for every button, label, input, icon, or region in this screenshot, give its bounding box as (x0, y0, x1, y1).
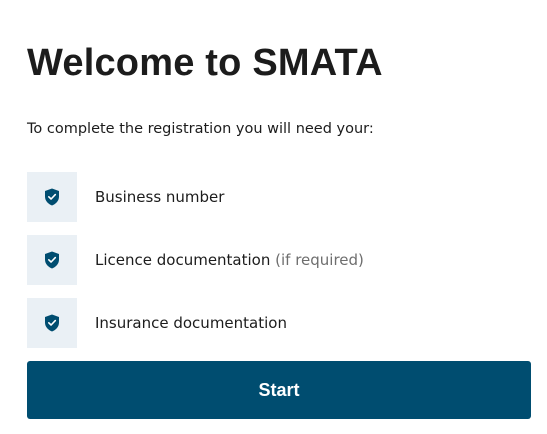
shield-check-icon (27, 298, 77, 348)
requirement-label: Licence documentation (if required) (95, 251, 364, 269)
requirement-licence-documentation: Licence documentation (if required) (27, 235, 527, 285)
requirement-label: Business number (95, 188, 225, 206)
start-button[interactable]: Start (27, 361, 531, 419)
requirement-insurance-documentation: Insurance documentation (27, 298, 527, 348)
shield-check-icon (27, 235, 77, 285)
page-title: Welcome to SMATA (27, 42, 383, 84)
requirement-note: (if required) (275, 251, 364, 269)
requirement-business-number: Business number (27, 172, 527, 222)
shield-check-icon (27, 172, 77, 222)
requirement-label: Insurance documentation (95, 314, 287, 332)
intro-text: To complete the registration you will ne… (27, 121, 374, 137)
